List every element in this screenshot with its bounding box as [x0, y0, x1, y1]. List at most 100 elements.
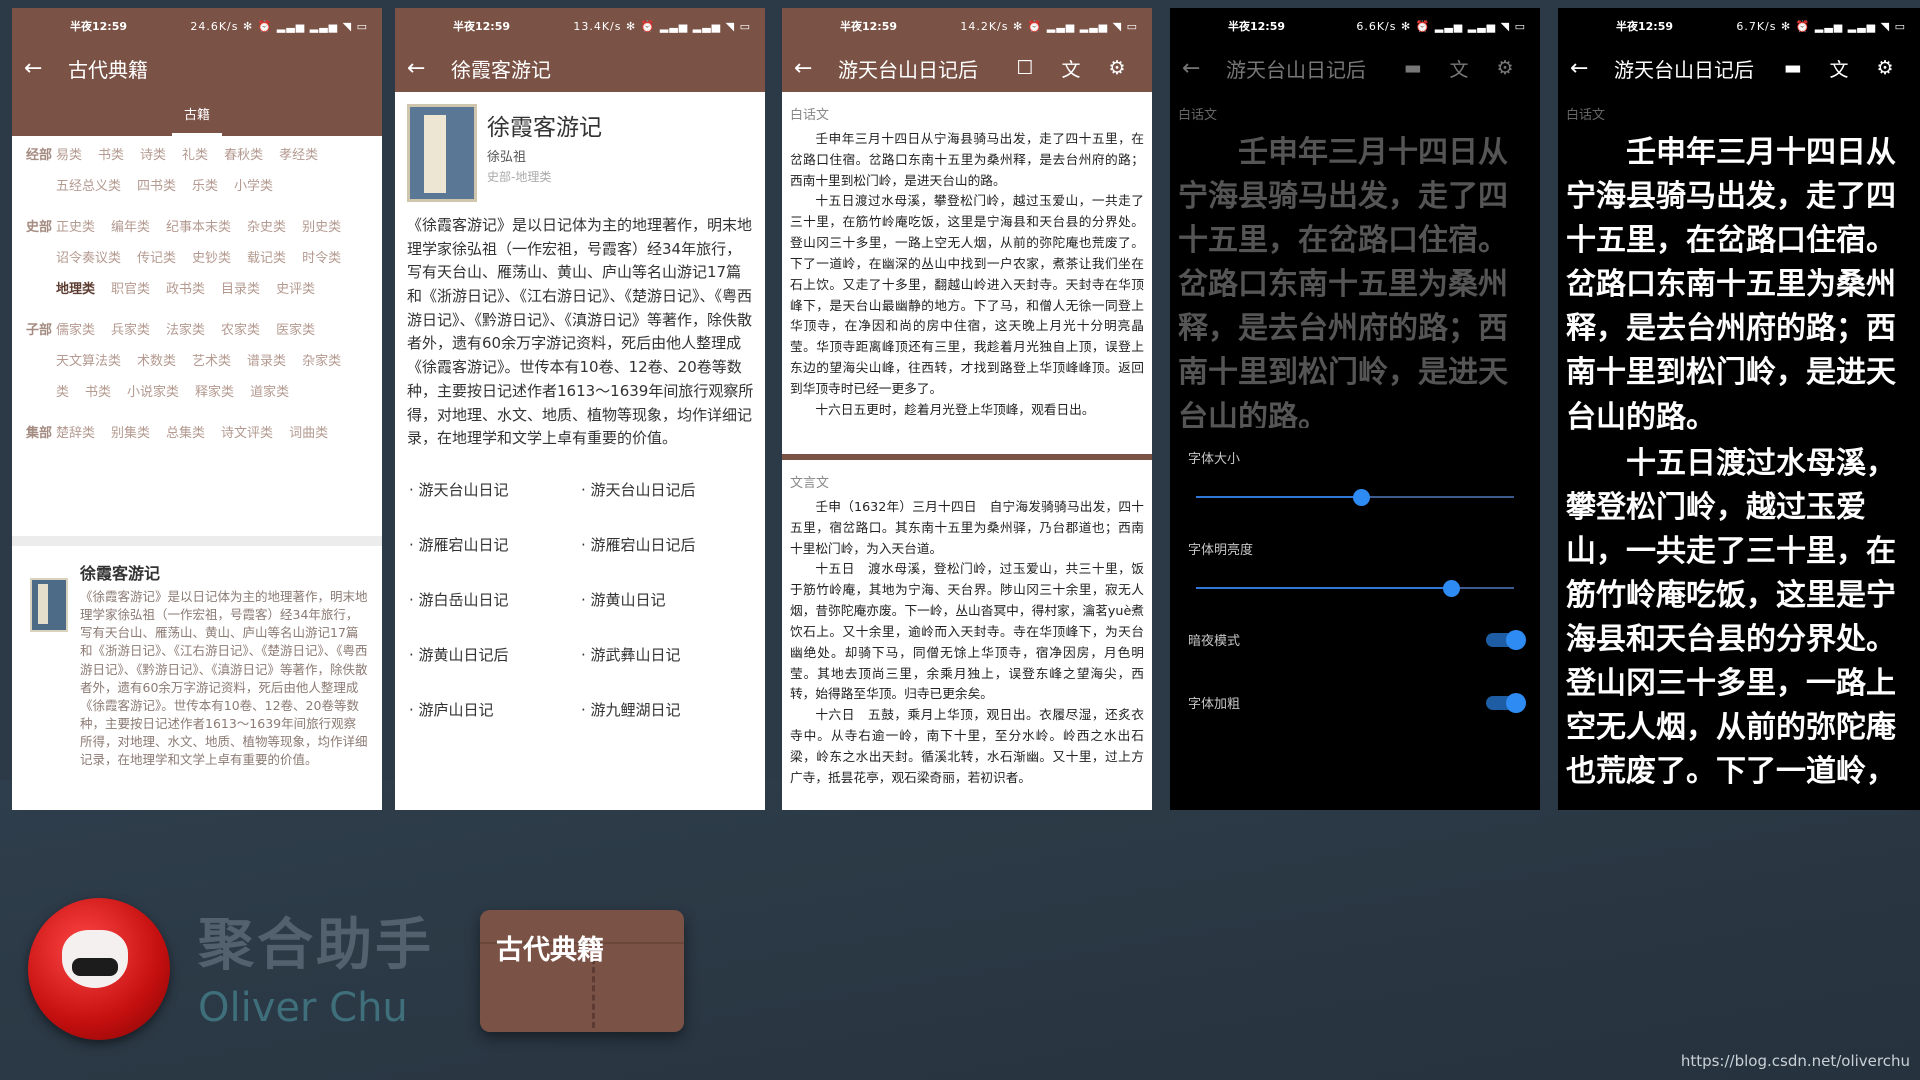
night-mode-switch[interactable]: [1486, 629, 1526, 650]
category-item[interactable]: 诏令奏议类: [56, 247, 121, 266]
category-item[interactable]: 术数类: [137, 350, 176, 369]
paragraph: 壬申（1632年）三月十四日 自宁海发骑骑马出发，四十五里，宿岔路口。其东南十五…: [790, 499, 1144, 556]
category-item[interactable]: 政书类: [166, 278, 205, 297]
bold-font-switch[interactable]: [1486, 692, 1526, 713]
classical-pane: 文言文 壬申（1632年）三月十四日 自宁海发骑骑马出发，四十五里，宿岔路口。其…: [782, 460, 1152, 789]
layout-toggle-icon[interactable]: ▬: [1390, 57, 1436, 79]
brand-name: 聚合助手: [198, 913, 434, 978]
book-card[interactable]: 徐霞客游记 《徐霞客游记》是以日记体为主的地理著作，明末地理学家徐弘祖（一作宏祖…: [12, 536, 382, 810]
layout-toggle-icon[interactable]: ☐: [1002, 57, 1048, 79]
translate-icon[interactable]: 文: [1816, 55, 1862, 82]
category-item[interactable]: 史评类: [276, 278, 315, 297]
category-item[interactable]: 释家类: [195, 381, 234, 400]
category-item[interactable]: 载记类: [247, 247, 286, 266]
category-item[interactable]: 地理类: [56, 278, 95, 297]
gear-icon[interactable]: ⚙: [1094, 57, 1140, 79]
back-arrow-icon[interactable]: ←: [407, 56, 451, 81]
category-items: 易类 书类 诗类 礼类 春秋类 孝经类五经总义类 四书类 乐类 小学类: [56, 144, 368, 206]
category-item[interactable]: 医家类: [276, 319, 315, 338]
category-item[interactable]: 正史类: [56, 216, 95, 235]
status-time: 半夜12:59: [1228, 20, 1286, 33]
translate-icon[interactable]: 文: [1436, 55, 1482, 82]
category-row: 集部 楚辞类 别集类 总集类 诗文评类 词曲类: [26, 422, 368, 453]
category-item[interactable]: 纪事本末类: [166, 216, 231, 235]
gear-icon[interactable]: ⚙: [1862, 57, 1908, 79]
chapter-item[interactable]: · 游武彝山日记: [581, 644, 753, 665]
back-arrow-icon[interactable]: ←: [794, 56, 838, 81]
night-mode-label: 暗夜模式: [1188, 634, 1241, 649]
category-item[interactable]: 书类: [98, 144, 124, 163]
translate-icon[interactable]: 文: [1048, 55, 1094, 82]
chapter-item[interactable]: · 游九鲤湖日记: [581, 699, 753, 720]
category-item[interactable]: 四书类: [137, 175, 176, 194]
category-item[interactable]: 谱录类: [247, 350, 286, 369]
category-item[interactable]: 职官类: [111, 278, 150, 297]
category-item[interactable]: 词曲类: [289, 422, 328, 441]
category-item[interactable]: 诗类: [140, 144, 166, 163]
category-item[interactable]: 类: [56, 381, 69, 400]
category-item[interactable]: 小说家类: [127, 381, 179, 400]
category-item[interactable]: 小学类: [234, 175, 273, 194]
back-arrow-icon[interactable]: ←: [1182, 56, 1226, 81]
paragraph: 十六日 五鼓，乘月上华顶，观日出。衣履尽湿，还炙衣寺中。从寺右逾一岭，南下十里，…: [790, 707, 1144, 785]
slider-handle[interactable]: [1353, 489, 1370, 506]
category-item[interactable]: 春秋类: [224, 144, 263, 163]
category-item[interactable]: 礼类: [182, 144, 208, 163]
status-icons: ✻ ⏰ ▂▃▅ ▂▃▅ ◥ ▭: [1400, 19, 1526, 33]
category-key: 集部: [26, 426, 53, 441]
category-item[interactable]: 兵家类: [111, 319, 150, 338]
book-title: 徐霞客游记: [487, 115, 602, 141]
brand-english-name: Oliver Chu: [198, 985, 408, 1031]
page-title: 游天台山日记后: [838, 57, 978, 82]
book-cover-icon: [407, 104, 477, 202]
category-item[interactable]: 别集类: [111, 422, 150, 441]
chapter-item[interactable]: · 游雁宕山日记后: [581, 534, 753, 555]
category-item[interactable]: 传记类: [137, 247, 176, 266]
category-item[interactable]: 诗文评类: [221, 422, 273, 441]
category-item[interactable]: 乐类: [192, 175, 218, 194]
layout-toggle-icon[interactable]: ▬: [1770, 57, 1816, 79]
category-item[interactable]: 道家类: [250, 381, 289, 400]
phone-screen-settings: 半夜12:59 6.6K/s ✻ ⏰ ▂▃▅ ▂▃▅ ◥ ▭ ← 游天台山日记后 …: [1170, 8, 1540, 810]
category-item[interactable]: 孝经类: [279, 144, 318, 163]
page-title: 徐霞客游记: [451, 57, 551, 82]
font-size-slider[interactable]: [1188, 489, 1522, 506]
category-item[interactable]: 史钞类: [192, 247, 231, 266]
category-item[interactable]: 书类: [85, 381, 111, 400]
slider-handle[interactable]: [1443, 580, 1460, 597]
category-item[interactable]: 易类: [56, 144, 82, 163]
category-item[interactable]: 编年类: [111, 216, 150, 235]
category-item[interactable]: 艺术类: [192, 350, 231, 369]
category-key: 经部: [26, 148, 53, 163]
app-icon-label: 古代典籍: [496, 935, 604, 966]
phone-screen-book: 半夜12:59 13.4K/s ✻ ⏰ ▂▃▅ ▂▃▅ ◥ ▭ ← 徐霞客游记 徐…: [395, 8, 765, 810]
chapter-item[interactable]: · 游黄山日记后: [409, 644, 581, 665]
chapter-item[interactable]: · 游天台山日记: [409, 479, 581, 500]
category-item[interactable]: 农家类: [221, 319, 260, 338]
back-arrow-icon[interactable]: ←: [24, 56, 68, 81]
chapter-item[interactable]: · 游白岳山日记: [409, 589, 581, 610]
category-items: 正史类 编年类 纪事本末类 杂史类 别史类诏令奏议类 传记类 史钞类 载记类 时令类地理类 职官类…: [56, 216, 368, 309]
category-item[interactable]: 目录类: [221, 278, 260, 297]
gear-icon[interactable]: ⚙: [1482, 57, 1528, 79]
category-item[interactable]: 天文算法类: [56, 350, 121, 369]
category-item[interactable]: 儒家类: [56, 319, 95, 338]
brightness-slider[interactable]: [1188, 580, 1522, 597]
slider-fill: [1196, 496, 1361, 498]
category-item[interactable]: 时令类: [302, 247, 341, 266]
category-item[interactable]: 五经总义类: [56, 175, 121, 194]
category-item[interactable]: 别史类: [302, 216, 341, 235]
slider-fill: [1196, 587, 1451, 589]
category-item[interactable]: 杂史类: [247, 216, 286, 235]
category-item[interactable]: 法家类: [166, 319, 205, 338]
font-size-label: 字体大小: [1188, 452, 1241, 467]
chapter-item[interactable]: · 游庐山日记: [409, 699, 581, 720]
back-arrow-icon[interactable]: ←: [1570, 56, 1614, 81]
category-item[interactable]: 杂家类: [302, 350, 341, 369]
tab-classics[interactable]: 古籍: [171, 104, 222, 136]
category-item[interactable]: 楚辞类: [56, 422, 95, 441]
chapter-item[interactable]: · 游雁宕山日记: [409, 534, 581, 555]
chapter-item[interactable]: · 游黄山日记: [581, 589, 753, 610]
category-item[interactable]: 总集类: [166, 422, 205, 441]
chapter-item[interactable]: · 游天台山日记后: [581, 479, 753, 500]
